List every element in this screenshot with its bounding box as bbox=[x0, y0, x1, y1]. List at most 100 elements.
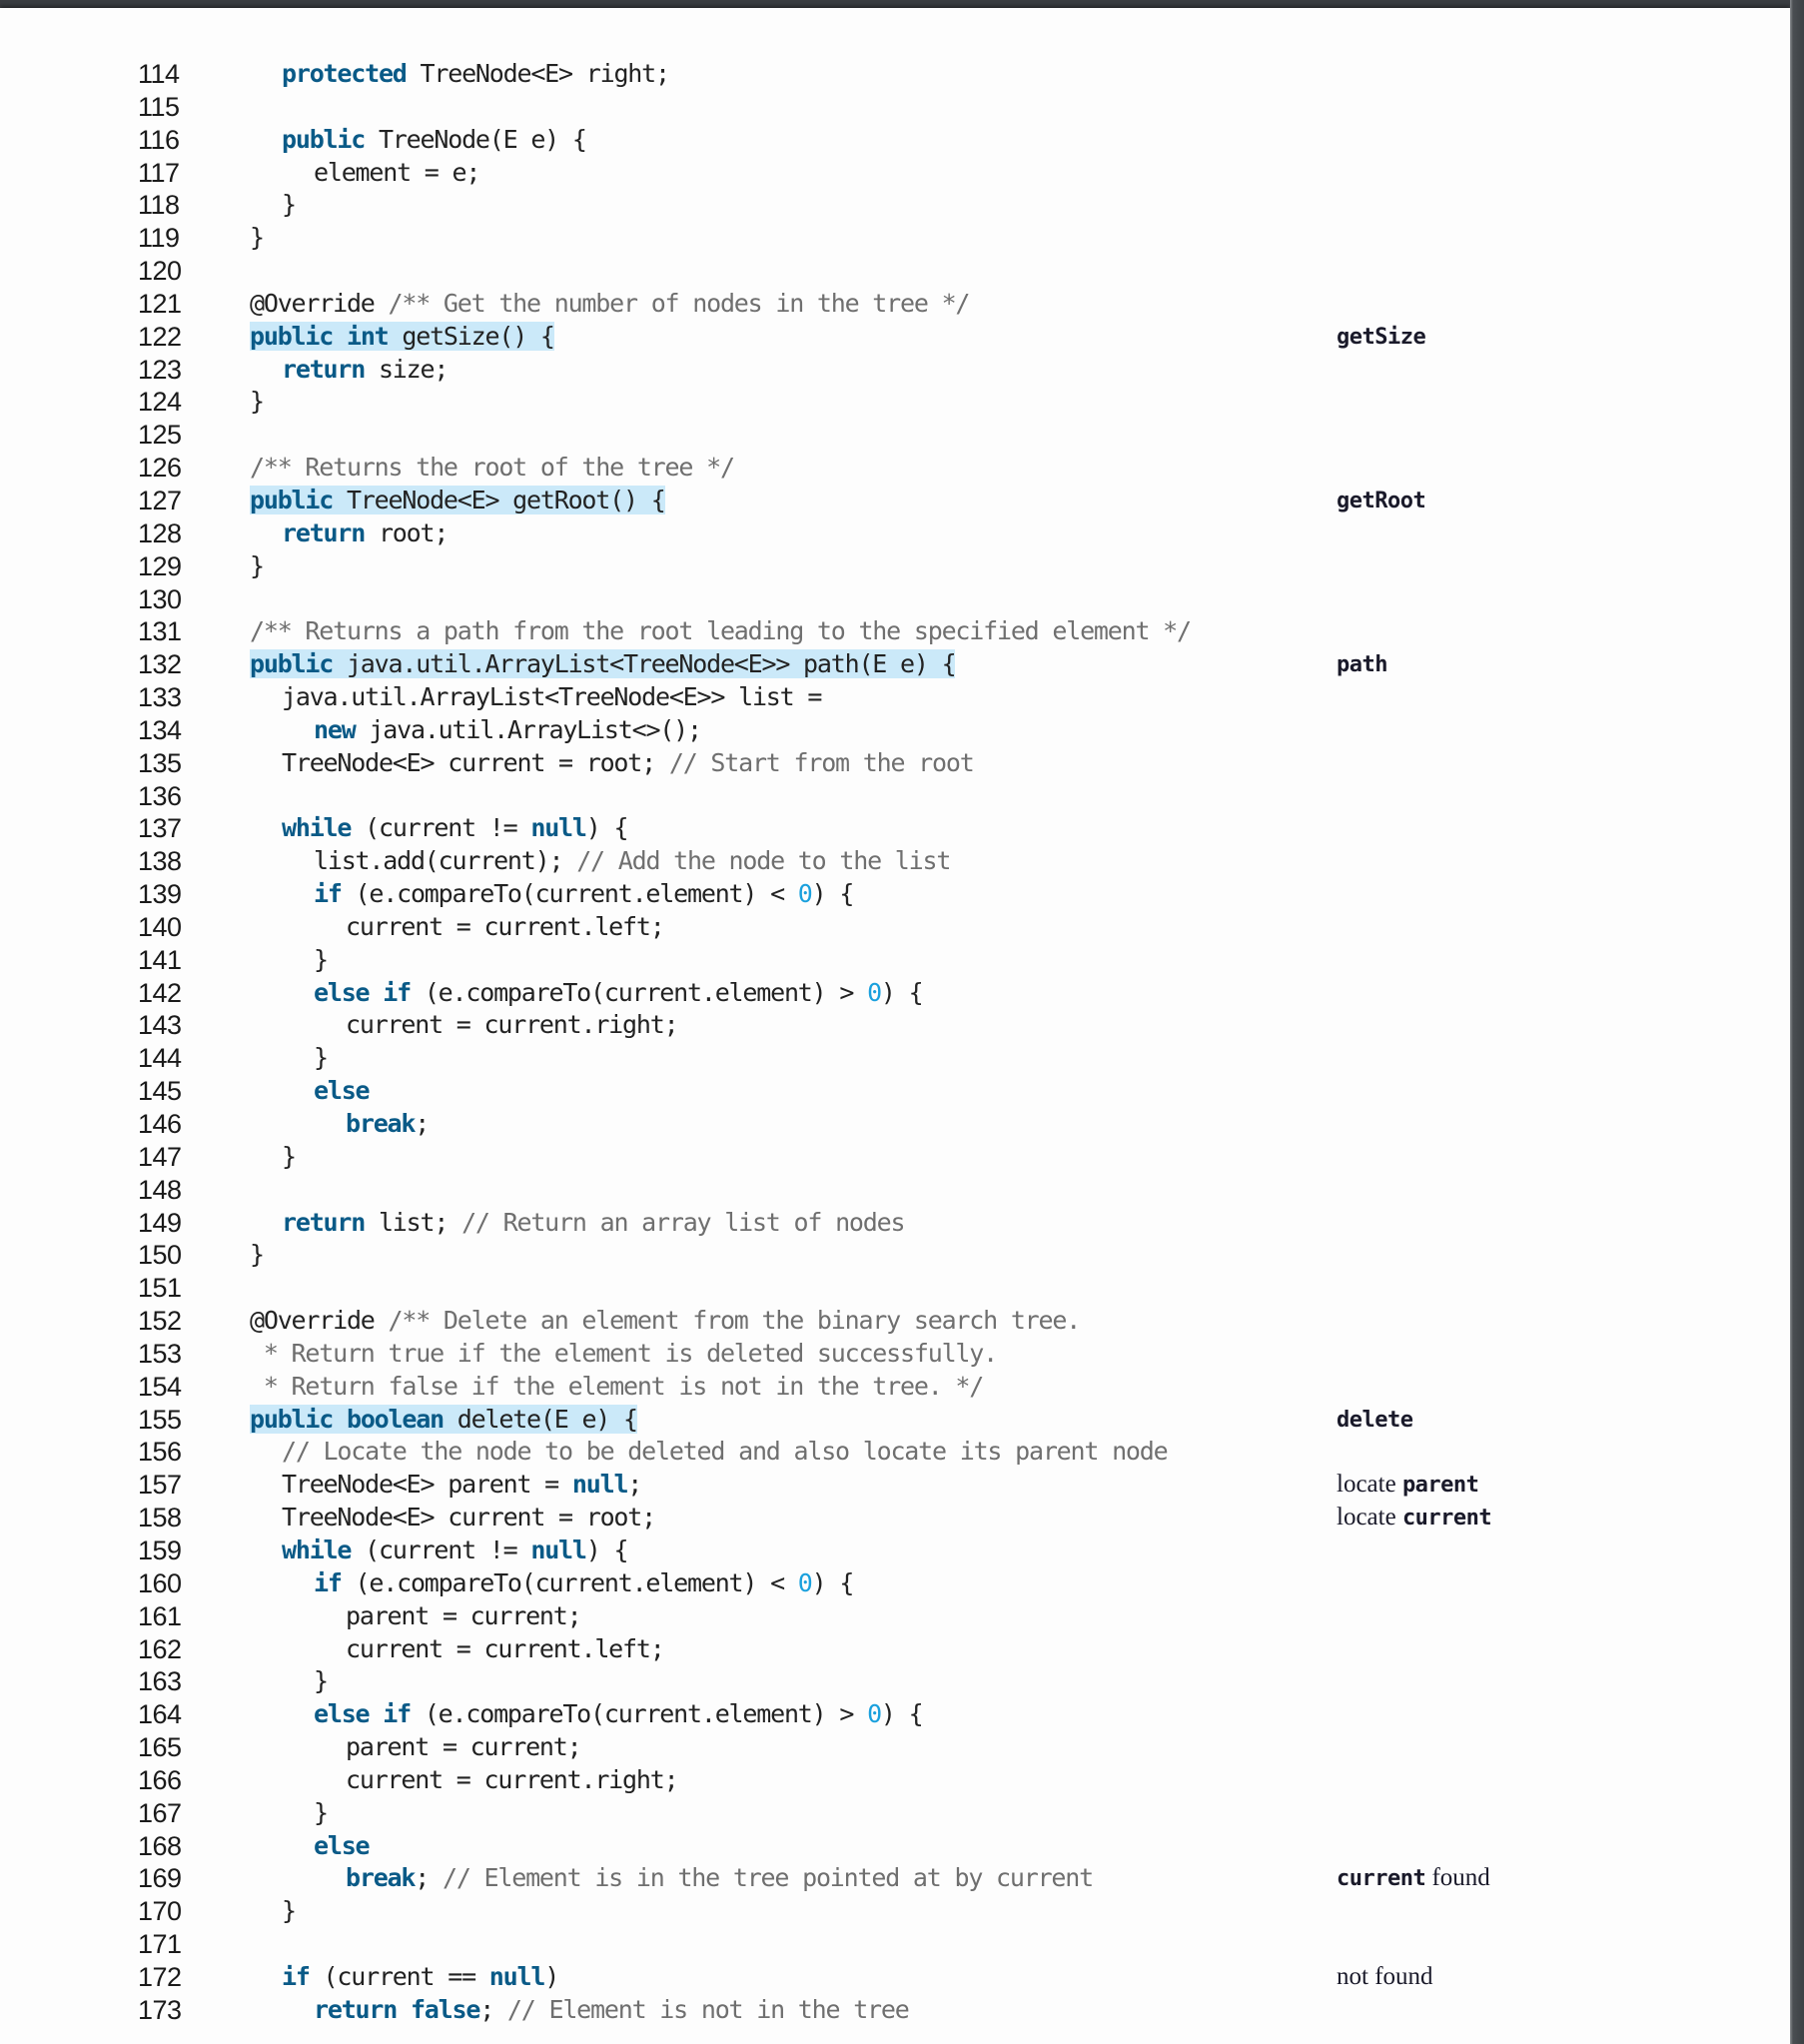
code-text: public TreeNode(E e) { bbox=[282, 124, 587, 157]
code-text: if (e.compareTo(current.element) < 0) { bbox=[314, 878, 854, 911]
method-header-highlight: public boolean delete(E e) { bbox=[250, 1404, 638, 1434]
line-number: 130 bbox=[138, 583, 182, 614]
code-text: @Override /** Delete an element from the… bbox=[250, 1305, 1081, 1338]
comment-token: // Add the node to the list bbox=[576, 846, 951, 876]
comment-token: // Locate the node to be deleted and als… bbox=[282, 1437, 1169, 1467]
code-token: ) { bbox=[880, 977, 924, 1007]
code-token: TreeNode<E> current = root; bbox=[282, 1503, 656, 1533]
code-text: current = current.right; bbox=[346, 1009, 679, 1042]
keyword-token: return bbox=[282, 354, 366, 384]
line-number: 151 bbox=[138, 1273, 182, 1304]
comment-token: // Element is not in the tree bbox=[506, 1994, 910, 2024]
line-number: 149 bbox=[138, 1207, 182, 1238]
code-line: 138 list.add(current); // Add the node to… bbox=[0, 845, 1790, 878]
code-text: /** Returns the root of the tree */ bbox=[250, 452, 735, 485]
comment-token: /** Returns the root of the tree */ bbox=[250, 453, 735, 483]
code-token: (current != bbox=[351, 1534, 531, 1564]
line-number: 144 bbox=[138, 1043, 182, 1074]
code-line: 134 new java.util.ArrayList<>(); bbox=[0, 714, 1790, 747]
code-line: 141} bbox=[0, 944, 1790, 977]
code-token: ) { bbox=[880, 1699, 924, 1729]
code-token: (e.compareTo(current.element) < bbox=[341, 879, 798, 909]
code-token: TreeNode<E> current = root; bbox=[282, 747, 669, 777]
keyword-token: public bbox=[250, 649, 334, 679]
code-text: TreeNode<E> current = root; // Start fro… bbox=[282, 747, 975, 780]
code-text: } bbox=[282, 1141, 297, 1174]
keyword-token: if bbox=[282, 1961, 311, 1991]
code-text: } bbox=[314, 1665, 329, 1698]
line-number: 128 bbox=[138, 517, 182, 548]
code-token: java.util.ArrayList<TreeNode<E>> path(E … bbox=[333, 649, 957, 679]
code-token: @Override bbox=[250, 288, 389, 318]
code-token: TreeNode<E> getRoot() { bbox=[333, 485, 666, 514]
code-line: 151 bbox=[0, 1272, 1790, 1305]
keyword-token: null bbox=[571, 1470, 629, 1500]
keyword-token: new bbox=[314, 714, 357, 744]
line-number: 173 bbox=[138, 1994, 182, 2025]
line-number: 121 bbox=[138, 288, 182, 319]
code-text: } bbox=[250, 550, 265, 583]
annotation-part: current bbox=[1337, 1866, 1426, 1892]
code-text: if (e.compareTo(current.element) < 0) { bbox=[314, 1567, 854, 1600]
margin-annotation: not found bbox=[1337, 1961, 1433, 1994]
code-line: 149 return list; // Return an array list … bbox=[0, 1207, 1790, 1240]
annotation-part: not found bbox=[1337, 1962, 1433, 1990]
keyword-token: protected bbox=[282, 59, 408, 88]
code-text: current = current.left; bbox=[346, 911, 665, 944]
code-line: 132 public java.util.ArrayList<TreeNode<E… bbox=[0, 648, 1790, 681]
keyword-token: return bbox=[282, 517, 366, 547]
line-number: 138 bbox=[138, 846, 182, 877]
code-line: 152 @Override /** Delete an element from … bbox=[0, 1305, 1790, 1338]
code-token: (e.compareTo(current.element) > bbox=[410, 1699, 868, 1729]
line-number: 167 bbox=[138, 1797, 182, 1828]
annotation-part: getRoot bbox=[1337, 488, 1426, 513]
code-token: ) bbox=[544, 1961, 559, 1991]
line-number: 117 bbox=[138, 157, 180, 188]
method-header-highlight: public int getSize() { bbox=[250, 321, 555, 351]
code-line: 157 TreeNode<E> parent = null; locate pare… bbox=[0, 1469, 1790, 1502]
code-text: } bbox=[314, 944, 329, 977]
code-line: 159 while (current != null) { bbox=[0, 1534, 1790, 1567]
code-line: 128 return root; bbox=[0, 517, 1790, 550]
viewer-scrollbar[interactable] bbox=[1790, 0, 1804, 2044]
code-token: list.add(current); bbox=[314, 846, 577, 876]
code-text: current = current.right; bbox=[346, 1764, 679, 1797]
line-number: 145 bbox=[138, 1076, 182, 1107]
code-text: * Return true if the element is deleted … bbox=[250, 1338, 998, 1371]
line-number: 127 bbox=[138, 485, 182, 515]
document-page: 114 protected TreeNode<E> right; 115 116 pub… bbox=[0, 8, 1790, 2044]
code-text: TreeNode<E> current = root; bbox=[282, 1502, 656, 1534]
code-line: 161 parent = current; bbox=[0, 1600, 1790, 1633]
code-line: 130 bbox=[0, 583, 1790, 616]
code-text: } bbox=[282, 1895, 297, 1928]
line-number: 159 bbox=[138, 1534, 182, 1565]
keyword-token: boolean bbox=[346, 1404, 445, 1434]
comment-token: * Return false if the element is not in … bbox=[250, 1371, 984, 1401]
code-line: 119} bbox=[0, 222, 1790, 255]
code-text: @Override /** Get the number of nodes in… bbox=[250, 288, 970, 321]
line-number: 148 bbox=[138, 1174, 182, 1205]
code-line: 156 // Locate the node to be deleted and … bbox=[0, 1436, 1790, 1469]
code-text: } bbox=[314, 1042, 329, 1075]
code-token: (current == bbox=[309, 1961, 489, 1991]
keyword-token: public bbox=[250, 485, 334, 514]
code-line: 115 bbox=[0, 91, 1790, 124]
line-number: 158 bbox=[138, 1503, 182, 1533]
code-token: TreeNode(E e) { bbox=[365, 124, 587, 154]
code-line: 123 return size; bbox=[0, 354, 1790, 387]
line-number: 156 bbox=[138, 1437, 182, 1468]
code-text: else if (e.compareTo(current.element) > … bbox=[314, 1698, 924, 1731]
code-text: TreeNode<E> parent = null; bbox=[282, 1469, 642, 1502]
code-listing: 114 protected TreeNode<E> right; 115 116 pub… bbox=[0, 58, 1790, 2027]
code-line: 145 else bbox=[0, 1075, 1790, 1108]
code-line: 133 java.util.ArrayList<TreeNode<E>> list… bbox=[0, 681, 1790, 714]
line-number: 120 bbox=[138, 256, 182, 287]
margin-annotation: locate parent bbox=[1337, 1469, 1479, 1503]
code-token: } bbox=[282, 190, 297, 220]
line-number: 139 bbox=[138, 879, 182, 910]
comment-token: // Element is in the tree pointed at by … bbox=[442, 1863, 1094, 1893]
keyword-token: while bbox=[282, 813, 352, 843]
number-token: 0 bbox=[797, 1567, 813, 1597]
margin-annotation: locate current bbox=[1337, 1502, 1492, 1535]
